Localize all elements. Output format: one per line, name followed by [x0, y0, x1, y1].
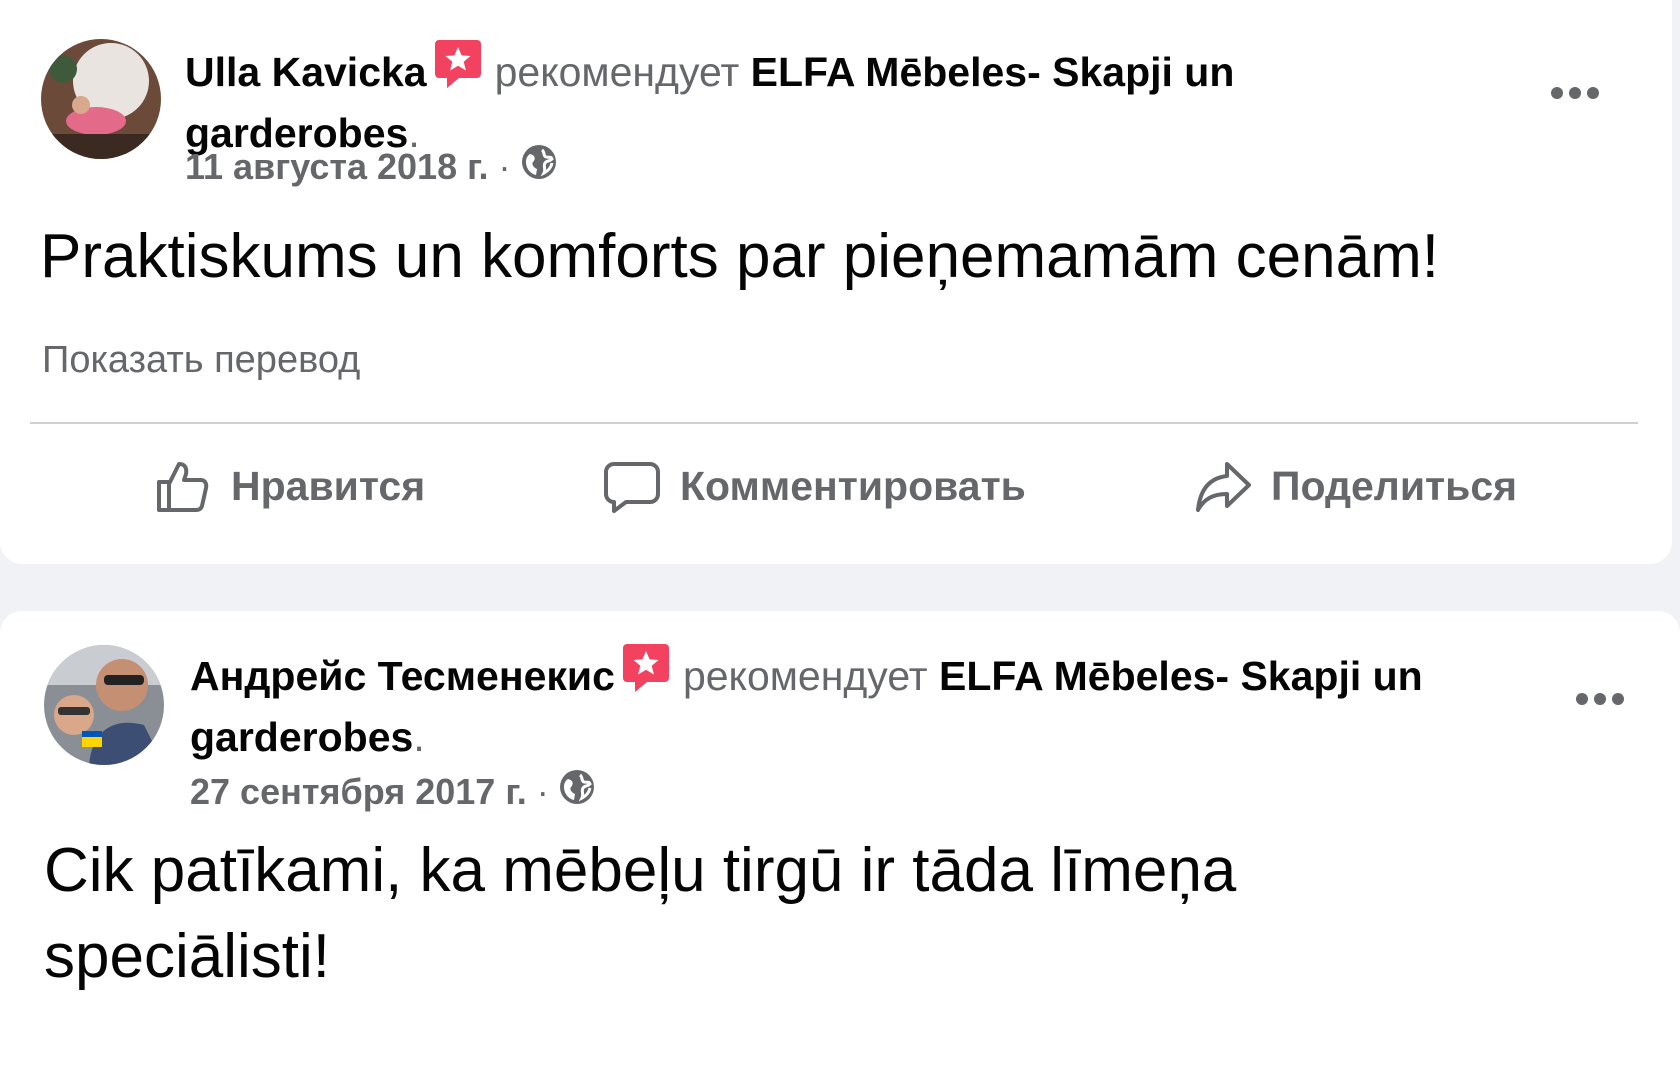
recommends-verb: рекомендует	[682, 653, 928, 699]
post-date[interactable]: 11 августа 2018 г.	[185, 145, 489, 189]
recommend-star-badge-icon	[433, 38, 483, 105]
share-arrow-icon	[1196, 462, 1251, 512]
post-text: Praktiskums un komforts par pieņemamām c…	[40, 222, 1439, 291]
author-name[interactable]: Ulla Kavicka	[185, 49, 427, 95]
review-post-card: Ulla Kavicka рекомендует ELFA Mēbeles- Sk…	[0, 0, 1672, 564]
globe-icon[interactable]	[521, 144, 557, 190]
avatar[interactable]	[44, 645, 164, 765]
post-text-line: Cik patīkami, ka mēbeļu tirgū ir tāda lī…	[44, 836, 1237, 905]
author-name[interactable]: Андрейс Тесменекис	[190, 653, 615, 699]
post-date[interactable]: 27 сентября 2017 г.	[190, 770, 527, 814]
post-meta: 11 августа 2018 г. ·	[185, 144, 557, 190]
sentence-period: .	[413, 714, 425, 760]
review-post-card: Андрейс Тесменекис рекомендует ELFA Mēbel…	[0, 611, 1680, 1091]
more-dot	[1569, 87, 1581, 99]
comment-button[interactable]: Комментировать	[604, 458, 1026, 514]
more-dot	[1594, 693, 1606, 705]
globe-icon[interactable]	[559, 769, 595, 815]
divider	[30, 422, 1638, 424]
share-label: Поделиться	[1271, 462, 1518, 509]
thumbs-up-icon	[157, 462, 209, 512]
avatar[interactable]	[41, 39, 161, 159]
more-dot	[1612, 693, 1624, 705]
more-options-button[interactable]	[1576, 693, 1624, 705]
recommend-star-badge-icon	[621, 642, 671, 709]
like-label: Нравится	[231, 462, 426, 509]
like-button[interactable]: Нравится	[155, 458, 425, 514]
post-text-line: speciālisti!	[44, 922, 330, 991]
post-meta: 27 сентября 2017 г. ·	[190, 769, 595, 815]
comment-label: Комментировать	[680, 462, 1026, 509]
meta-separator: ·	[498, 146, 511, 187]
post-text: Cik patīkami, ka mēbeļu tirgū ir tāda lī…	[44, 828, 1624, 1000]
recommends-verb: рекомендует	[494, 49, 740, 95]
more-dot	[1576, 693, 1588, 705]
more-options-button[interactable]	[1551, 87, 1599, 99]
show-translation-link[interactable]: Показать перевод	[42, 336, 360, 384]
more-dot	[1587, 87, 1599, 99]
post-header: Андрейс Тесменекис рекомендует ELFA Mēbel…	[190, 642, 1560, 766]
share-button[interactable]: Поделиться	[1195, 458, 1517, 514]
comment-bubble-icon	[604, 462, 660, 513]
meta-separator: ·	[536, 771, 549, 812]
more-dot	[1551, 87, 1563, 99]
